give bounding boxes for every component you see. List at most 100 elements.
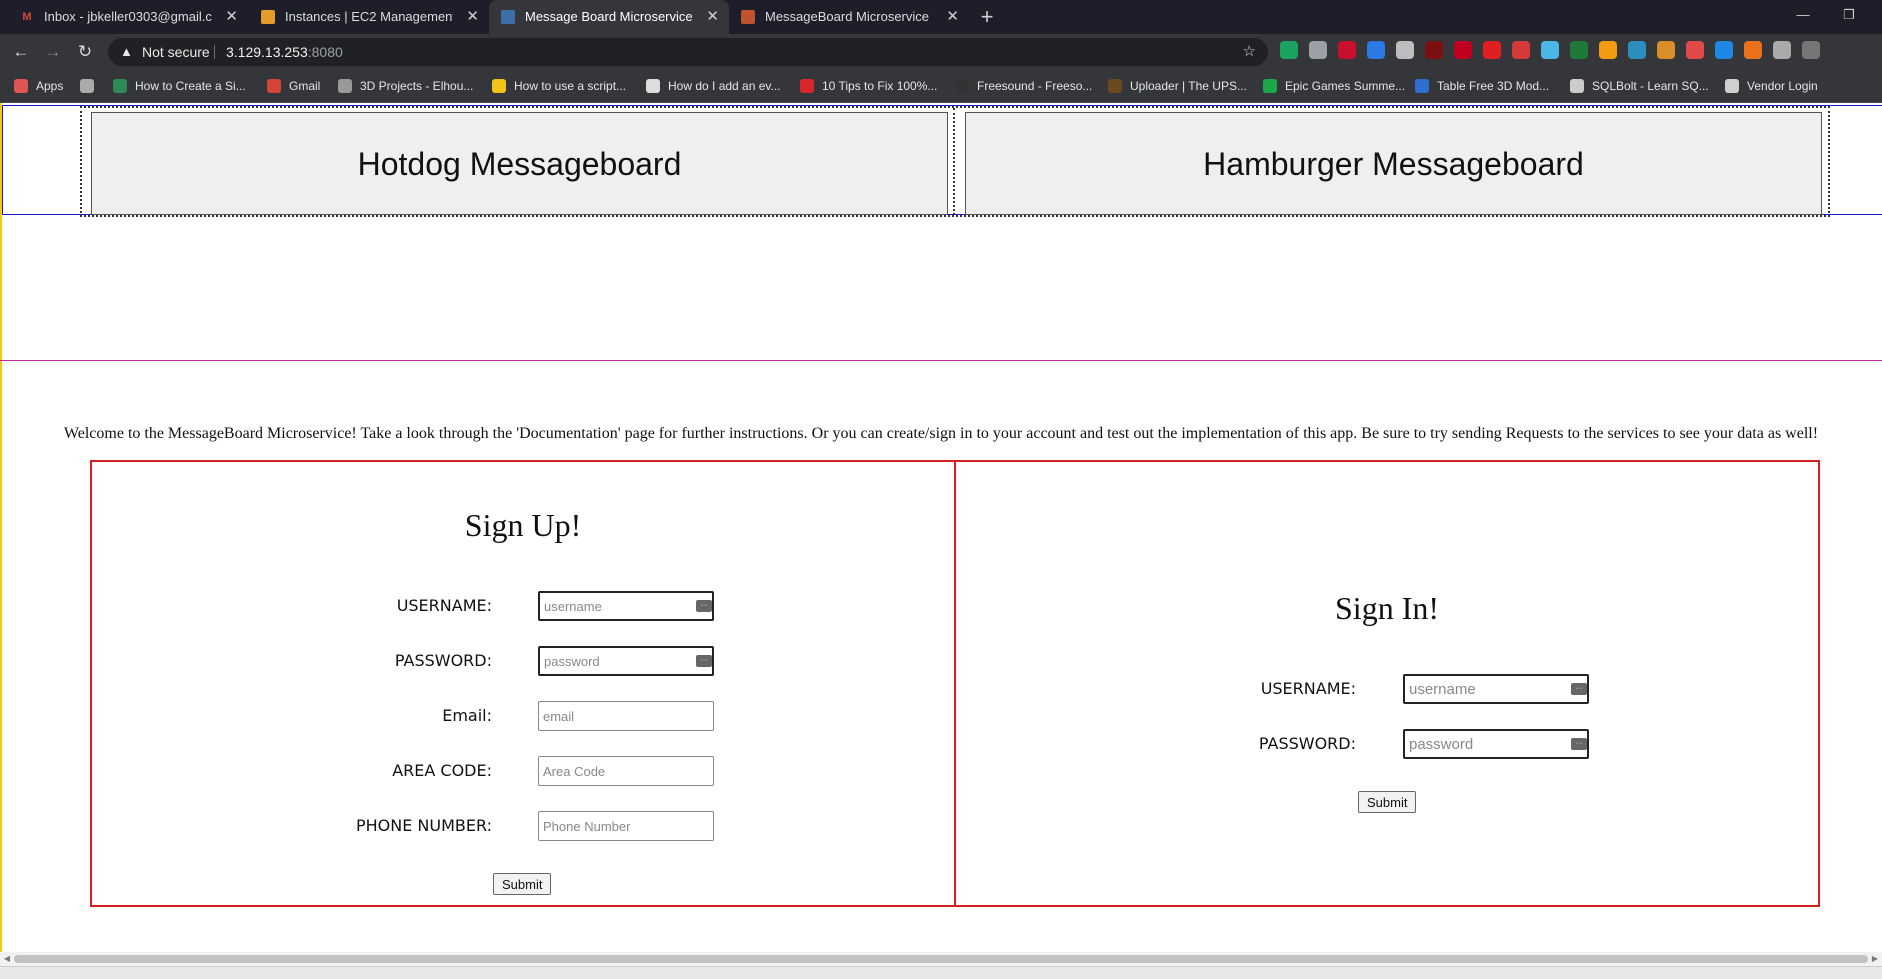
- bookmark-star-icon[interactable]: ☆: [1243, 38, 1256, 66]
- reload-icon[interactable]: ↻: [73, 40, 97, 64]
- tab-label: Message Board Microservice: [525, 9, 693, 24]
- signup-phone-input[interactable]: [538, 811, 714, 841]
- bookmark-favicon-icon: [1263, 78, 1277, 93]
- bookmark-favicon-icon: [1725, 78, 1739, 93]
- extension-icon[interactable]: [1570, 41, 1588, 59]
- extension-icon[interactable]: [1628, 41, 1646, 59]
- hotdog-messageboard-button[interactable]: Hotdog Messageboard: [91, 112, 948, 215]
- bookmark-item[interactable]: Vendor Login: [1725, 70, 1818, 102]
- extension-icon[interactable]: [1686, 41, 1704, 59]
- gmail-icon: M: [22, 11, 32, 23]
- bookmark-favicon-icon: [646, 78, 660, 93]
- extension-icon[interactable]: [1512, 41, 1530, 59]
- signin-panel: Sign In! USERNAME: ··· PASSWORD: ··· Sub…: [954, 460, 1820, 907]
- address-bar[interactable]: ▲ Not secure 3.129.13.253:8080 ☆: [108, 38, 1268, 66]
- extension-icon[interactable]: [1744, 41, 1762, 59]
- keyboard-icon[interactable]: ···: [696, 655, 712, 667]
- extension-icon[interactable]: [1309, 41, 1327, 59]
- tab-gmail[interactable]: M Inbox - jbkeller0303@gmail.com ✕: [8, 0, 248, 34]
- keyboard-icon[interactable]: ···: [1571, 738, 1587, 750]
- signup-password-input[interactable]: [538, 646, 714, 676]
- horizontal-scrollbar[interactable]: ◀ ▶: [0, 952, 1882, 966]
- signin-username-label: USERNAME:: [1260, 679, 1356, 698]
- signup-email-label: Email:: [442, 706, 492, 725]
- page-viewport: Hotdog Messageboard Hamburger Messageboa…: [0, 103, 1882, 953]
- hamburger-messageboard-button[interactable]: Hamburger Messageboard: [965, 112, 1822, 215]
- signup-password-label: PASSWORD:: [394, 651, 492, 670]
- forward-icon[interactable]: →: [41, 40, 65, 64]
- extension-icon[interactable]: [1483, 41, 1501, 59]
- tab-message-board[interactable]: Message Board Microservice ✕: [489, 0, 729, 34]
- bookmark-label: Gmail: [289, 79, 321, 93]
- extension-icon[interactable]: [1802, 41, 1820, 59]
- bookmark-item[interactable]: SQLBolt - Learn SQ...: [1570, 70, 1709, 102]
- scroll-right-icon[interactable]: ▶: [1868, 952, 1882, 966]
- signup-submit-button[interactable]: Submit: [493, 873, 552, 895]
- security-label[interactable]: Not secure: [142, 38, 210, 66]
- scroll-left-icon[interactable]: ◀: [0, 952, 14, 966]
- bookmark-favicon-icon: [1108, 78, 1122, 93]
- bookmark-item[interactable]: How do I add an ev...: [646, 70, 781, 102]
- tab-label: Inbox - jbkeller0303@gmail.com: [44, 9, 212, 24]
- extension-icon[interactable]: [1541, 41, 1559, 59]
- extension-icon[interactable]: [1367, 41, 1385, 59]
- bookmark-item[interactable]: Epic Games Summe...: [1263, 70, 1405, 102]
- bookmark-label: Freesound - Freeso...: [977, 79, 1093, 93]
- url-text[interactable]: 3.129.13.253:8080: [226, 38, 343, 66]
- signin-password-input[interactable]: [1403, 729, 1589, 759]
- extension-icon[interactable]: [1454, 41, 1472, 59]
- close-icon[interactable]: ✕: [225, 0, 238, 34]
- signin-submit-button[interactable]: Submit: [1358, 791, 1417, 813]
- keyboard-icon[interactable]: ···: [696, 600, 712, 612]
- bookmark-label: How to use a script...: [514, 79, 627, 93]
- restore-icon[interactable]: ❐: [1826, 0, 1872, 30]
- bookmark-item[interactable]: Freesound - Freeso...: [955, 70, 1092, 102]
- bookmark-label: Uploader | The UPS...: [1130, 79, 1247, 93]
- extension-icon[interactable]: [1657, 41, 1675, 59]
- bookmark-item[interactable]: [80, 70, 102, 102]
- bookmark-item[interactable]: Table Free 3D Mod...: [1415, 70, 1549, 102]
- bookmark-label: How do I add an ev...: [668, 79, 781, 93]
- extension-icon[interactable]: [1338, 41, 1356, 59]
- bookmark-item[interactable]: Gmail: [267, 70, 320, 102]
- bookmark-favicon-icon: [267, 78, 281, 93]
- tab-trello[interactable]: MessageBoard Microservice | Tre ✕: [729, 0, 969, 34]
- bookmark-item[interactable]: Apps: [14, 70, 63, 102]
- bookmark-item[interactable]: How to use a script...: [492, 70, 626, 102]
- scrollbar-thumb[interactable]: [14, 955, 1868, 963]
- signup-phone-label: PHONE NUMBER:: [355, 816, 492, 835]
- tab-label: MessageBoard Microservice | Tre: [765, 9, 933, 24]
- back-icon[interactable]: ←: [9, 40, 33, 64]
- extension-icon[interactable]: [1599, 41, 1617, 59]
- nav-divider: [953, 108, 955, 215]
- tab-ec2[interactable]: Instances | EC2 Management Con ✕: [249, 0, 489, 34]
- close-icon[interactable]: ✕: [706, 0, 719, 34]
- bookmark-item[interactable]: 3D Projects - Elhou...: [338, 70, 473, 102]
- extension-icon[interactable]: [1396, 41, 1414, 59]
- signin-username-input[interactable]: [1403, 674, 1589, 704]
- extension-icon[interactable]: [1773, 41, 1791, 59]
- bookmark-label: Apps: [36, 79, 64, 93]
- warning-icon[interactable]: ▲: [120, 38, 133, 66]
- bookmark-item[interactable]: How to Create a Si...: [113, 70, 246, 102]
- signup-email-input[interactable]: [538, 701, 714, 731]
- signup-username-input[interactable]: [538, 591, 714, 621]
- extension-icon[interactable]: [1280, 41, 1298, 59]
- bookmark-item[interactable]: 10 Tips to Fix 100%...: [800, 70, 937, 102]
- extension-icon[interactable]: [1715, 41, 1733, 59]
- extension-icon[interactable]: [1425, 41, 1443, 59]
- keyboard-icon[interactable]: ···: [1571, 683, 1587, 695]
- bookmark-favicon-icon: [492, 78, 506, 93]
- apps-grid-icon: [14, 78, 28, 93]
- minimize-icon[interactable]: —: [1780, 0, 1826, 30]
- new-tab-button[interactable]: +: [975, 0, 999, 34]
- bookmark-favicon-icon: [338, 78, 352, 93]
- page-border-left: [0, 103, 2, 953]
- nav-container: Hotdog Messageboard Hamburger Messageboa…: [80, 106, 1830, 217]
- close-icon[interactable]: ✕: [946, 0, 959, 34]
- download-bar: [0, 966, 1882, 979]
- bookmark-item[interactable]: Uploader | The UPS...: [1108, 70, 1247, 102]
- close-icon[interactable]: ✕: [466, 0, 479, 34]
- bookmark-favicon-icon: [955, 78, 969, 93]
- signup-area-code-input[interactable]: [538, 756, 714, 786]
